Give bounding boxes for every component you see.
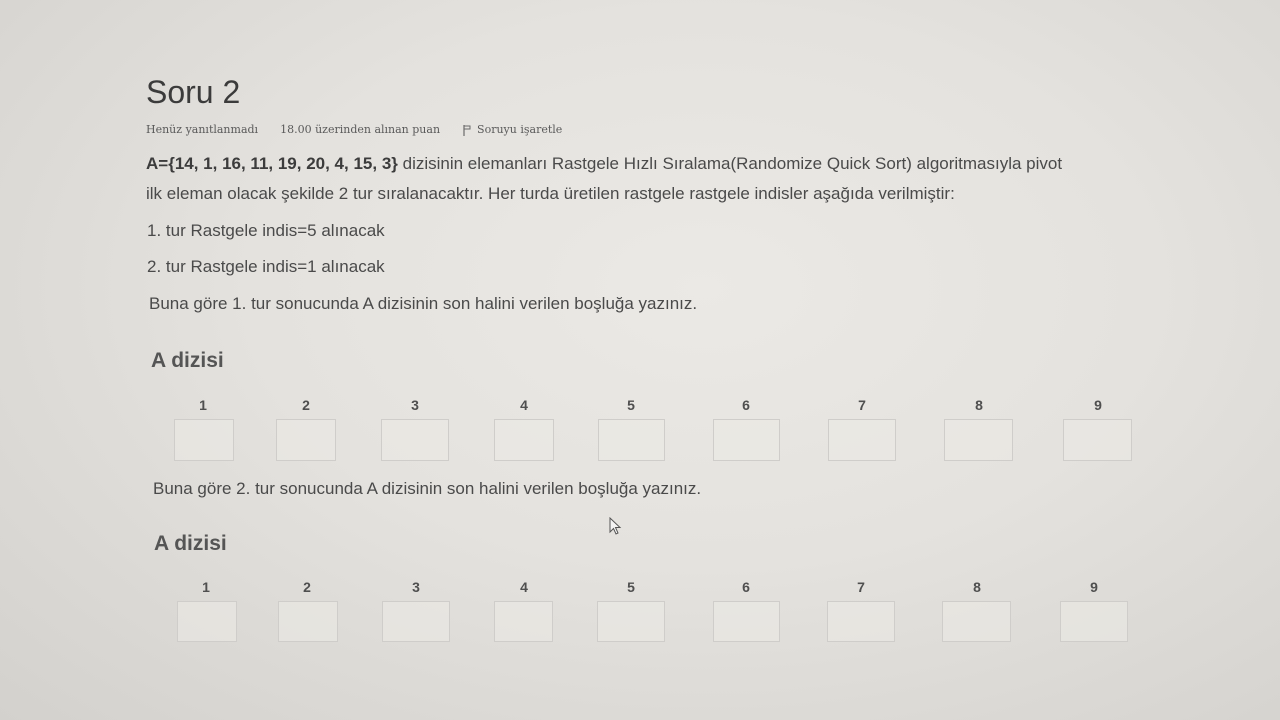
question-title: Soru 2 — [146, 74, 241, 110]
answer-cell-round-2[interactable] — [942, 601, 1011, 642]
index-label: 9 — [1094, 397, 1102, 413]
question-info: Henüz yanıtlanmadı 18.00 üzerinden alına… — [146, 123, 562, 136]
answer-cell-round-2[interactable] — [278, 601, 338, 642]
answer-cell-round-1[interactable] — [381, 419, 449, 461]
index-label: 7 — [858, 397, 866, 413]
quiz-page: Soru 2 Henüz yanıtlanmadı 18.00 üzerinde… — [0, 0, 1280, 720]
prompt-round-2: Buna göre 2. tur sonucunda A dizisinin s… — [153, 479, 702, 498]
answer-cell-round-2[interactable] — [177, 601, 237, 642]
answer-cell-round-1[interactable] — [828, 419, 896, 461]
question-text-line-1-rest: dizisinin elemanları Rastgele Hızlı Sıra… — [397, 154, 1063, 173]
array-literal: A={14, 1, 16, 11, 19, 20, 4, 15, 3} — [146, 154, 398, 173]
index-label: 3 — [412, 579, 420, 595]
flag-question-label: Soruyu işaretle — [477, 123, 563, 136]
index-label: 5 — [627, 579, 635, 595]
index-label: 8 — [973, 579, 981, 595]
answer-cell-round-1[interactable] — [598, 419, 665, 461]
array-heading-round-1: A dizisi — [151, 349, 224, 372]
index-label: 2 — [302, 397, 310, 413]
mouse-pointer-icon — [609, 516, 623, 537]
answer-cell-round-2[interactable] — [713, 601, 780, 642]
question-text-line-2: ilk eleman olacak şekilde 2 tur sıralana… — [146, 184, 955, 203]
index-label: 8 — [975, 397, 983, 413]
index-label: 9 — [1090, 579, 1098, 595]
answer-cell-round-2[interactable] — [597, 601, 665, 642]
answer-cell-round-1[interactable] — [1063, 419, 1132, 461]
index-label: 4 — [520, 579, 528, 595]
index-label: 2 — [303, 579, 311, 595]
answer-cell-round-1[interactable] — [713, 419, 780, 461]
answer-cell-round-2[interactable] — [1060, 601, 1128, 642]
index-label: 6 — [742, 579, 750, 595]
answer-cell-round-1[interactable] — [494, 419, 554, 461]
question-status: Henüz yanıtlanmadı — [146, 123, 259, 136]
answer-cell-round-1[interactable] — [944, 419, 1013, 461]
answer-cell-round-2[interactable] — [494, 601, 553, 642]
answer-cell-round-2[interactable] — [827, 601, 895, 642]
array-heading-round-2: A dizisi — [154, 532, 227, 555]
answer-cell-round-1[interactable] — [174, 419, 234, 461]
flag-icon — [462, 124, 472, 136]
index-label: 1 — [202, 579, 210, 595]
index-label: 3 — [411, 397, 419, 413]
flag-question-link[interactable]: Soruyu işaretle — [462, 123, 562, 136]
question-text-line-1: A={14, 1, 16, 11, 19, 20, 4, 15, 3} dizi… — [146, 153, 1062, 175]
index-label: 7 — [857, 579, 865, 595]
index-label: 6 — [742, 397, 750, 413]
answer-cell-round-2[interactable] — [382, 601, 450, 642]
answer-cell-round-1[interactable] — [276, 419, 336, 461]
round-1-info: 1. tur Rastgele indis=5 alınacak — [147, 221, 385, 240]
index-label: 1 — [199, 397, 207, 413]
index-label: 5 — [627, 397, 635, 413]
prompt-round-1: Buna göre 1. tur sonucunda A dizisinin s… — [149, 294, 698, 313]
question-score: 18.00 üzerinden alınan puan — [280, 123, 441, 136]
index-label: 4 — [520, 397, 528, 413]
round-2-info: 2. tur Rastgele indis=1 alınacak — [147, 257, 385, 276]
